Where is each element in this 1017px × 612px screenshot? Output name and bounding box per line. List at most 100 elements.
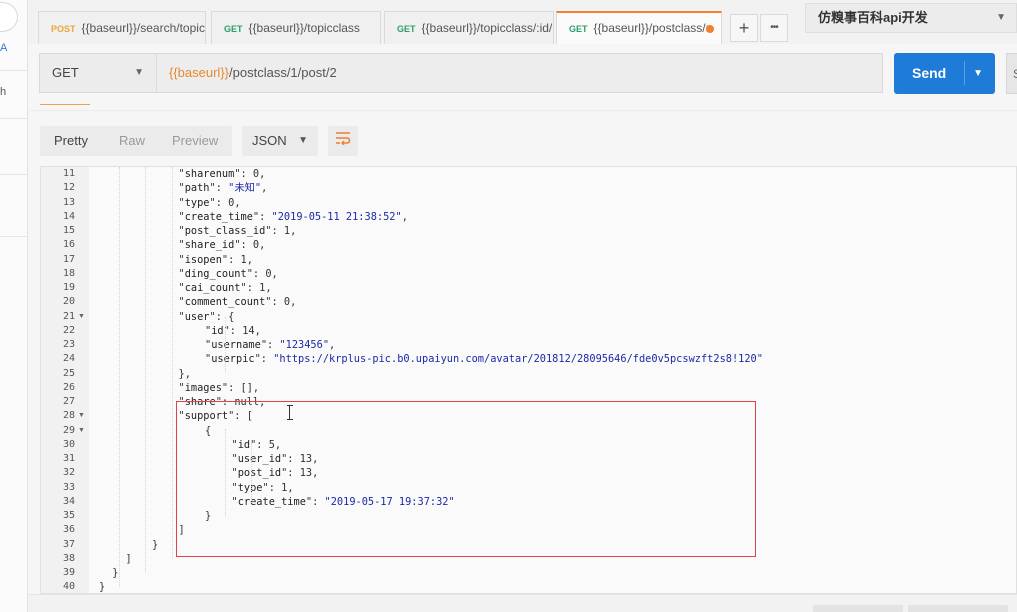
tab-url: {{baseurl}}/topicclass/:id/ bbox=[421, 21, 553, 35]
sidebar-divider bbox=[0, 236, 28, 237]
code-line: "ding_count": 0, bbox=[178, 267, 278, 280]
json-value: 0 bbox=[265, 267, 272, 280]
code-punct: } bbox=[112, 567, 119, 579]
json-value: 14 bbox=[242, 324, 255, 337]
code-line: ] bbox=[126, 552, 132, 566]
chevron-down-icon[interactable]: ▼ bbox=[973, 53, 983, 94]
line-number: 26 bbox=[62, 381, 75, 393]
line-number: 25 bbox=[62, 367, 75, 379]
code-punct: }, bbox=[178, 367, 191, 380]
view-tab-pretty[interactable]: Pretty bbox=[54, 126, 88, 156]
fold-arrow-icon[interactable]: ▼ bbox=[78, 409, 85, 423]
json-value: 1 bbox=[240, 253, 247, 266]
code-punct: } bbox=[99, 581, 106, 594]
wrap-lines-icon[interactable] bbox=[328, 126, 358, 156]
left-sidebar: A h bbox=[0, 0, 28, 612]
line-number: 27 bbox=[62, 396, 75, 407]
line-number: 16 bbox=[62, 239, 75, 251]
json-value: 0 bbox=[252, 168, 260, 180]
params-tab-underline bbox=[40, 104, 90, 105]
json-key: share_id bbox=[184, 239, 235, 252]
environment-name: 仿糗事百科api开发 bbox=[818, 10, 928, 25]
line-number: 21 bbox=[62, 310, 75, 322]
json-key: comment_count bbox=[184, 296, 266, 309]
status-bar bbox=[28, 594, 1017, 612]
line-number: 18 bbox=[62, 267, 75, 279]
tab-url: {{baseurl}}/topicclass bbox=[248, 21, 360, 35]
code-punct: } bbox=[152, 538, 159, 551]
line-number: 29 bbox=[62, 424, 75, 436]
line-number: 38 bbox=[62, 552, 75, 564]
json-key: post_class_id bbox=[184, 225, 266, 237]
request-tab-active[interactable]: GET {{baseurl}}/postclass/: bbox=[556, 11, 722, 44]
request-tab[interactable]: POST {{baseurl}}/search/topic bbox=[38, 11, 206, 44]
code-line: } bbox=[112, 566, 118, 580]
method-select[interactable]: GET ▼ bbox=[39, 53, 157, 93]
sidebar-search-circle[interactable] bbox=[0, 2, 18, 32]
sidebar-label-a[interactable]: A bbox=[0, 42, 7, 54]
code-punct: ] bbox=[125, 552, 132, 565]
text-cursor-icon bbox=[287, 405, 293, 420]
unsaved-dot-icon bbox=[706, 25, 714, 33]
tab-method: GET bbox=[569, 24, 588, 34]
line-number: 28 bbox=[62, 410, 75, 422]
environment-select[interactable]: 仿糗事百科api开发 ▼ bbox=[805, 3, 1017, 33]
more-tabs-button[interactable]: ••• bbox=[760, 14, 788, 42]
line-number: 32 bbox=[62, 467, 75, 479]
response-body-editor[interactable]: 11 12 13 14 15 16 17 18 19 20 21 ▼ 22 23 24 25 26 27 28 ▼ 29… bbox=[40, 166, 1017, 594]
code-line: }, bbox=[179, 367, 191, 381]
line-number: 17 bbox=[62, 253, 75, 265]
line-number: 30 bbox=[62, 438, 75, 450]
sidebar-divider bbox=[0, 70, 28, 71]
line-number: 11 bbox=[62, 168, 75, 179]
sidebar-label-h[interactable]: h bbox=[0, 86, 6, 98]
json-key: sharenum bbox=[184, 168, 235, 180]
json-value: [] bbox=[240, 381, 253, 394]
json-value: "未知" bbox=[228, 182, 262, 195]
json-key: user bbox=[184, 310, 210, 323]
fold-arrow-icon[interactable]: ▼ bbox=[78, 424, 85, 438]
json-key: username bbox=[211, 339, 261, 351]
json-value: "https://krplus-pic.b0.upaiyun.com/avata… bbox=[273, 353, 763, 366]
indent-guide bbox=[172, 167, 173, 559]
chevron-down-icon: ▼ bbox=[996, 12, 1006, 23]
status-pill[interactable] bbox=[813, 605, 903, 612]
json-key: ding_count bbox=[184, 267, 247, 280]
postman-window: A h POST {{baseurl}}/search/topic GET {{ba… bbox=[0, 0, 1017, 612]
line-number: 33 bbox=[62, 481, 75, 493]
line-number: 40 bbox=[62, 581, 75, 593]
tab-method: POST bbox=[51, 24, 76, 34]
request-tab[interactable]: GET {{baseurl}}/topicclass bbox=[211, 11, 381, 44]
json-value: { bbox=[228, 310, 235, 323]
highlight-box bbox=[176, 401, 756, 557]
tab-method: GET bbox=[224, 24, 243, 34]
code-line: "post_class_id": 1, bbox=[178, 225, 297, 237]
new-tab-button[interactable]: + bbox=[730, 14, 758, 42]
json-value: 0 bbox=[283, 296, 291, 309]
view-tab-raw[interactable]: Raw bbox=[119, 126, 145, 156]
response-toolbar: Pretty Raw Preview JSON ▼ bbox=[28, 110, 1017, 166]
code-line: } bbox=[152, 538, 158, 552]
code-line: "cai_count": 1, bbox=[178, 282, 272, 294]
indent-guide bbox=[145, 167, 146, 573]
json-value: 0 bbox=[252, 239, 260, 252]
sidebar-divider bbox=[0, 174, 28, 175]
line-number: 20 bbox=[62, 296, 75, 308]
save-button[interactable]: S bbox=[1006, 53, 1017, 94]
status-pill[interactable] bbox=[908, 605, 1008, 612]
line-number: 34 bbox=[62, 495, 75, 507]
url-input[interactable]: {{baseurl}}/postclass/1/post/2 bbox=[157, 53, 883, 93]
tab-method: GET bbox=[397, 24, 416, 34]
code-line: "share_id": 0, bbox=[178, 239, 266, 252]
json-value: "2019-05-11 21:38:52" bbox=[271, 210, 402, 223]
json-key: cai_count bbox=[184, 282, 241, 294]
send-button[interactable]: Send ▼ bbox=[894, 53, 995, 94]
send-label: Send bbox=[912, 65, 947, 81]
json-value: 0 bbox=[228, 196, 235, 209]
code-line: "images": [], bbox=[178, 381, 260, 394]
fold-arrow-icon[interactable]: ▼ bbox=[78, 310, 85, 324]
format-select[interactable]: JSON ▼ bbox=[242, 126, 318, 156]
request-tab[interactable]: GET {{baseurl}}/topicclass/:id/ bbox=[384, 11, 554, 44]
view-tab-preview[interactable]: Preview bbox=[172, 126, 218, 156]
line-number: 14 bbox=[62, 210, 75, 222]
